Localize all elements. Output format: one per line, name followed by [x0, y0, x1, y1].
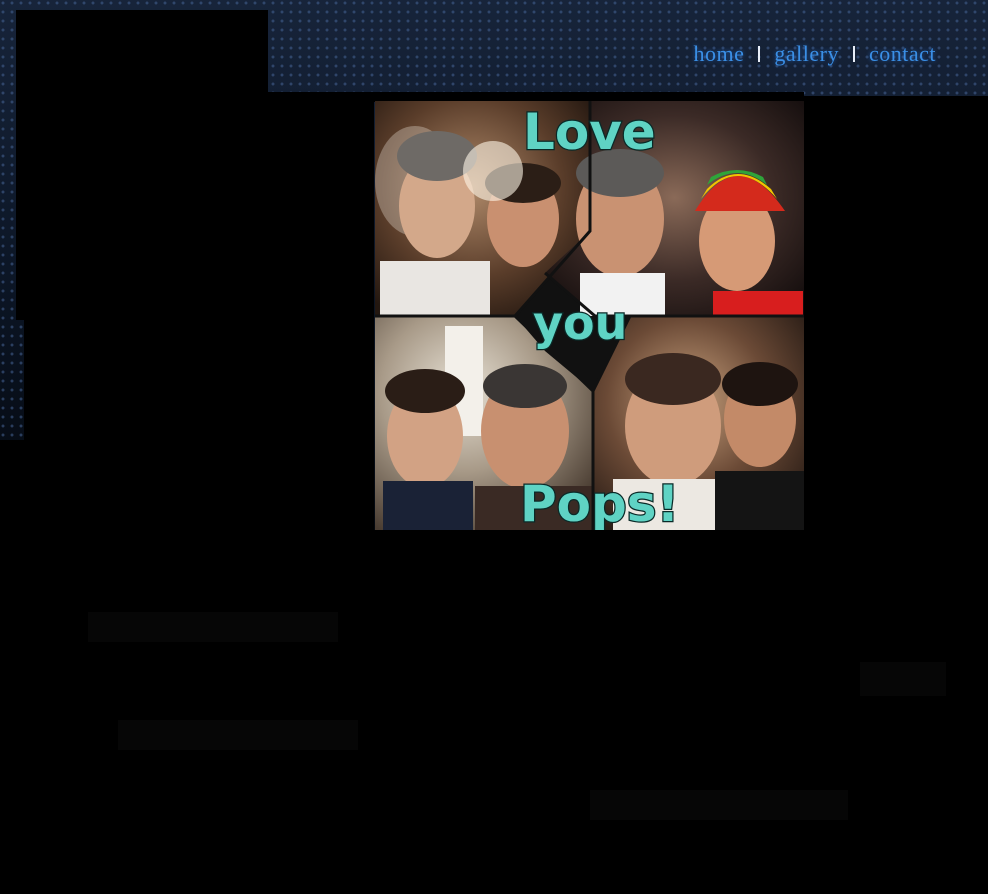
- nav-home-link[interactable]: home: [679, 40, 758, 68]
- right-panel: [800, 96, 988, 894]
- nav-gallery-link[interactable]: gallery: [760, 40, 853, 68]
- photo-collage: Love you Pops!: [375, 101, 804, 530]
- caption-word-love: Love: [523, 103, 656, 161]
- sidebar-placeholder-2: [118, 720, 358, 750]
- content-placeholder-1: [590, 790, 848, 820]
- content-placeholder-2: [860, 662, 946, 696]
- nav-contact-link[interactable]: contact: [855, 40, 950, 68]
- collage-photo: [463, 141, 523, 201]
- collage-photo: [713, 291, 803, 316]
- collage-photo: [483, 364, 567, 408]
- collage-photo: [383, 481, 473, 530]
- caption-word-you: you: [533, 296, 627, 350]
- collage-photo: [385, 369, 465, 413]
- collage-photo: [715, 471, 804, 530]
- page: home gallery contact Love you Pops!: [0, 0, 988, 894]
- collage-photo: [722, 362, 798, 406]
- left-edge-panel: [0, 440, 30, 894]
- caption-word-pops: Pops!: [520, 475, 679, 530]
- collage-photo: [625, 353, 721, 405]
- collage-photo: [380, 261, 490, 321]
- sidebar-placeholder-1: [88, 612, 338, 642]
- top-nav: home gallery contact: [679, 40, 950, 68]
- collage-graphic: Love you Pops!: [375, 101, 804, 530]
